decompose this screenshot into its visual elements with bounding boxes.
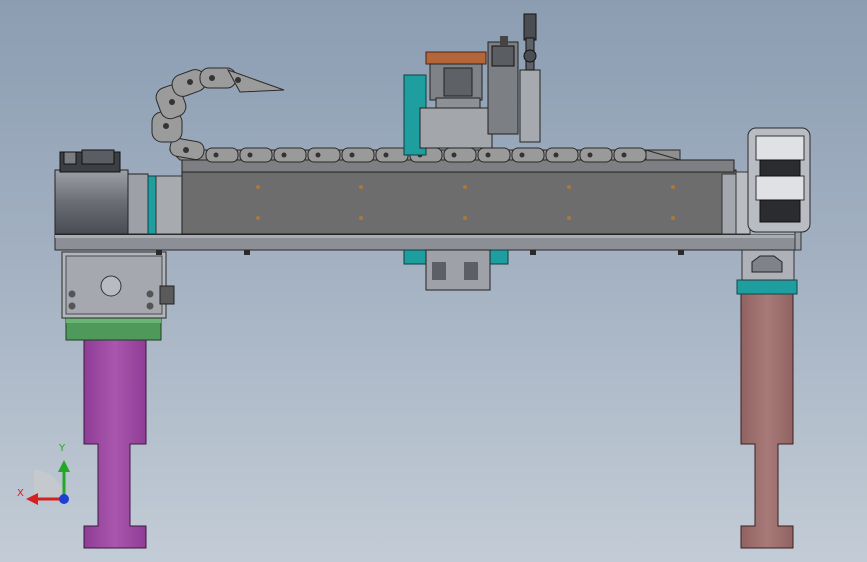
z-axis-dot [59,494,69,504]
model-scene[interactable] [0,0,867,562]
cable-tray[interactable] [747,127,811,233]
y-axis-arrowhead [58,460,70,472]
coordinate-triad [26,460,70,505]
green-block [65,317,162,341]
linear-guide-block-left [61,251,175,319]
cad-viewport[interactable]: Y X [0,0,867,562]
servo-motor[interactable] [54,149,183,235]
x-axis-arrowhead [26,493,38,505]
left-column[interactable] [83,339,147,549]
base-plate [54,231,802,251]
cylinder-sensor[interactable] [487,13,541,143]
right-column[interactable] [736,247,798,549]
triad-y-label: Y [59,443,66,454]
triad-x-label: X [17,488,24,499]
triad-plane [34,470,64,500]
linear-axis-module[interactable] [181,159,751,235]
